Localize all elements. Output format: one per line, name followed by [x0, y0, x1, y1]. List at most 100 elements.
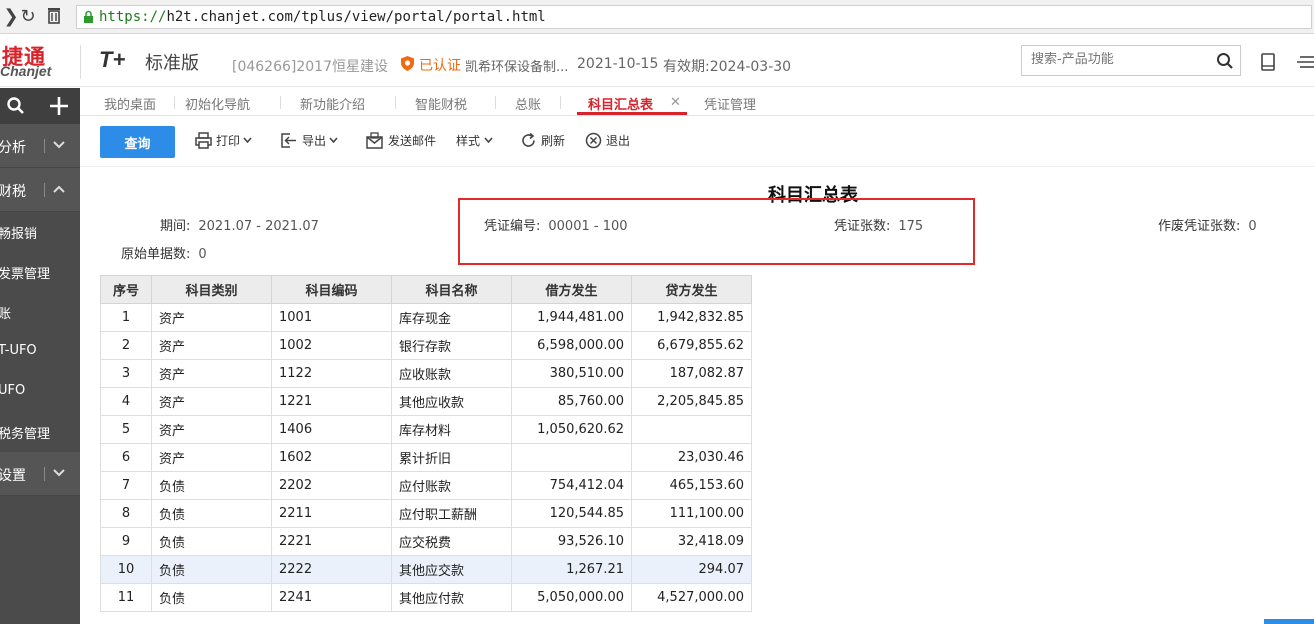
table-cell-code: 1406	[271, 415, 392, 444]
tab-my-desktop[interactable]: 我的桌面	[104, 94, 156, 113]
table-row[interactable]: 2 资产 1002 银行存款 6,598,000.00 6,679,855.62	[100, 331, 752, 360]
account-label[interactable]: [046266]2017恒星建设	[232, 56, 388, 76]
query-button[interactable]: 查询	[100, 126, 175, 158]
chevron-down-icon[interactable]	[52, 466, 66, 480]
column-header[interactable]: 科目编码	[271, 275, 392, 304]
column-header[interactable]: 科目名称	[391, 275, 512, 304]
sidebar-separator	[44, 467, 45, 481]
trash-icon[interactable]	[43, 6, 65, 28]
menu-icon[interactable]	[1296, 53, 1314, 71]
table-cell-code: 2222	[271, 555, 392, 584]
table-cell-cr: 4,527,000.00	[631, 583, 752, 612]
table-row[interactable]: 8 负债 2211 应付职工薪酬 120,544.85 111,100.00	[100, 499, 752, 528]
annotation-highlight-box	[458, 198, 975, 265]
certified-shield-icon	[401, 56, 414, 71]
tab-separator	[495, 96, 496, 109]
logo-subtext: Chanjet	[0, 63, 52, 79]
export-button[interactable]: 导出	[302, 132, 326, 149]
chevron-up-icon[interactable]	[52, 182, 66, 196]
exit-button[interactable]: 退出	[606, 132, 630, 149]
sidebar-item-label: 税务管理	[0, 427, 51, 442]
table-row[interactable]: 5 资产 1406 库存材料 1,050,620.62	[100, 415, 752, 444]
phone-icon[interactable]	[1259, 53, 1277, 71]
send-email-button[interactable]: 发送邮件	[388, 132, 436, 149]
table-cell-cat: 资产	[151, 387, 272, 416]
table-cell-cat: 负债	[151, 499, 272, 528]
search-icon[interactable]	[6, 96, 26, 116]
table-row[interactable]: 1 资产 1001 库存现金 1,944,481.00 1,942,832.85	[100, 303, 752, 332]
table-cell-dr: 120,544.85	[511, 499, 632, 528]
table-cell-code: 2202	[271, 471, 392, 500]
active-tab-indicator	[577, 112, 687, 115]
table-row[interactable]: 4 资产 1221 其他应收款 85,760.00 2,205,845.85	[100, 387, 752, 416]
column-header[interactable]: 借方发生	[511, 275, 632, 304]
table-cell-code: 1602	[271, 443, 392, 472]
chevron-down-icon[interactable]	[52, 138, 66, 152]
company-name[interactable]: 凯希环保设备制...	[465, 56, 568, 75]
table-cell-cat: 负债	[151, 471, 272, 500]
reload-icon[interactable]: ↻	[17, 6, 39, 28]
tab-smart-finance[interactable]: 智能财税	[415, 94, 467, 113]
tab-new-features[interactable]: 新功能介绍	[300, 94, 365, 113]
search-input[interactable]	[1031, 52, 1211, 67]
sidebar-item-tax[interactable]: 税务管理	[0, 412, 80, 452]
column-header[interactable]: 科目类别	[151, 275, 272, 304]
print-button[interactable]: 打印	[216, 132, 240, 149]
table-cell-no: 5	[100, 415, 152, 444]
sidebar: 分析 财税 畅报销 发票管理 账 T-UFO UFO 税务管理 设置	[0, 88, 80, 624]
table-cell-cat: 资产	[151, 415, 272, 444]
chevron-down-icon[interactable]	[484, 137, 493, 143]
tab-init-guide[interactable]: 初始化导航	[185, 94, 250, 113]
sidebar-group-analysis[interactable]: 分析	[0, 124, 80, 168]
table-cell-code: 1122	[271, 359, 392, 388]
sidebar-item-reimburse[interactable]: 畅报销	[0, 212, 80, 252]
tab-bar: 我的桌面 初始化导航 新功能介绍 智能财税 总账 科目汇总表 ✕ 凭证管理	[80, 88, 1314, 116]
lock-icon	[84, 10, 93, 23]
add-icon[interactable]	[49, 96, 69, 116]
tab-subject-summary[interactable]: 科目汇总表	[588, 94, 653, 113]
close-icon[interactable]: ✕	[670, 95, 681, 110]
tab-voucher-management[interactable]: 凭证管理	[704, 94, 756, 113]
sidebar-group-settings[interactable]: 设置	[0, 452, 80, 496]
column-header[interactable]: 序号	[100, 275, 152, 304]
table-cell-name: 库存材料	[391, 415, 512, 444]
table-cell-cr: 187,082.87	[631, 359, 752, 388]
column-header[interactable]: 贷方发生	[631, 275, 752, 304]
sidebar-item-ufo[interactable]: UFO	[0, 372, 80, 412]
period-info: 期间: 2021.07 - 2021.07	[160, 215, 319, 234]
table-row[interactable]: 3 资产 1122 应收账款 380,510.00 187,082.87	[100, 359, 752, 388]
tab-general-ledger[interactable]: 总账	[515, 94, 541, 113]
table-cell-name: 累计折旧	[391, 443, 512, 472]
table-cell-name: 银行存款	[391, 331, 512, 360]
sidebar-item-invoice[interactable]: 发票管理	[0, 252, 80, 292]
search-icon[interactable]	[1216, 52, 1234, 70]
address-bar[interactable]: https://h2t.chanjet.com/tplus/view/porta…	[76, 5, 1312, 29]
app-header: 捷通 Chanjet T+ 标准版 [046266]2017恒星建设 已认证 凯…	[0, 35, 1314, 87]
sidebar-item-t-ufo[interactable]: T-UFO	[0, 332, 80, 372]
sidebar-group-finance[interactable]: 财税	[0, 168, 80, 212]
table-row[interactable]: 10 负债 2222 其他应交款 1,267.21 294.07	[100, 555, 752, 584]
function-search[interactable]	[1021, 45, 1241, 76]
sidebar-item-ledger[interactable]: 账	[0, 292, 80, 332]
print-icon[interactable]	[195, 132, 212, 149]
table-row[interactable]: 6 资产 1602 累计折旧 23,030.46	[100, 443, 752, 472]
sidebar-group-label: 财税	[0, 184, 26, 200]
chevron-down-icon[interactable]	[329, 137, 338, 143]
export-icon[interactable]	[280, 132, 297, 149]
table-cell-cr: 465,153.60	[631, 471, 752, 500]
chevron-down-icon[interactable]	[243, 137, 252, 143]
table-row[interactable]: 7 负债 2202 应付账款 754,412.04 465,153.60	[100, 471, 752, 500]
table-cell-no: 6	[100, 443, 152, 472]
table-row[interactable]: 9 负债 2221 应交税费 93,526.10 32,418.09	[100, 527, 752, 556]
style-button[interactable]: 样式	[456, 132, 480, 149]
exit-icon[interactable]	[585, 132, 602, 149]
table-cell-code: 1001	[271, 303, 392, 332]
table-row[interactable]: 11 负债 2241 其他应付款 5,050,000.00 4,527,000.00	[100, 583, 752, 612]
table-cell-dr	[511, 443, 632, 472]
refresh-icon[interactable]	[520, 132, 537, 149]
refresh-button[interactable]: 刷新	[541, 132, 565, 149]
mail-icon[interactable]	[366, 132, 383, 149]
period-label: 期间:	[160, 219, 191, 234]
table-cell-name: 其他应付款	[391, 583, 512, 612]
table-cell-code: 1002	[271, 331, 392, 360]
